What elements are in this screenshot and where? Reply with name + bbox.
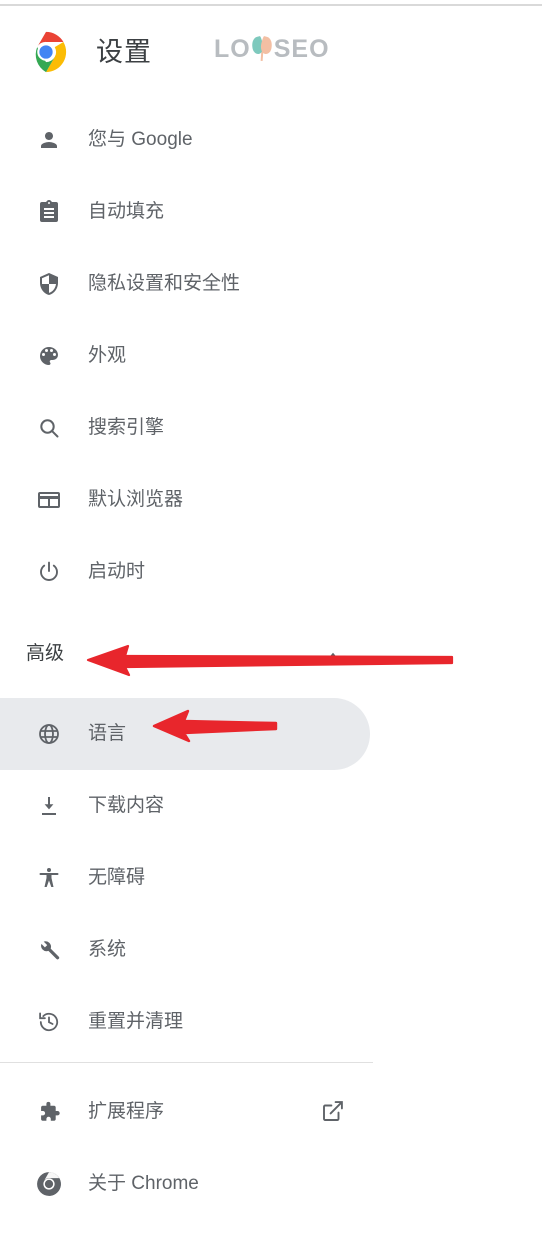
sidebar-section-advanced[interactable]: 高级 bbox=[0, 632, 400, 678]
sidebar-item-label: 启动时 bbox=[88, 561, 146, 582]
browser-window-icon bbox=[36, 487, 62, 513]
sidebar-item-privacy-security[interactable]: 隐私设置和安全性 bbox=[0, 256, 400, 312]
sidebar-item-downloads[interactable]: 下载内容 bbox=[0, 778, 400, 834]
sidebar-item-about-chrome[interactable]: 关于 Chrome bbox=[0, 1156, 400, 1212]
puzzle-piece-icon bbox=[36, 1099, 62, 1125]
external-link-icon[interactable] bbox=[321, 1099, 345, 1123]
chrome-mono-icon bbox=[36, 1171, 62, 1197]
search-icon bbox=[36, 415, 62, 441]
sidebar-item-on-startup[interactable]: 启动时 bbox=[0, 544, 400, 600]
sidebar-item-label: 语言 bbox=[88, 723, 127, 744]
globe-icon bbox=[36, 721, 62, 747]
watermark-leaf-icon bbox=[249, 35, 274, 62]
sidebar-item-label: 您与 Google bbox=[88, 129, 193, 150]
download-icon bbox=[36, 793, 62, 819]
sidebar-item-system[interactable]: 系统 bbox=[0, 922, 400, 978]
sidebar-item-accessibility[interactable]: 无障碍 bbox=[0, 850, 400, 906]
sidebar-item-you-and-google[interactable]: 您与 Google bbox=[0, 112, 400, 168]
sidebar-item-label: 重置并清理 bbox=[88, 1011, 184, 1032]
sidebar-item-label: 默认浏览器 bbox=[88, 489, 184, 510]
clipboard-icon bbox=[36, 199, 62, 225]
sidebar-item-appearance[interactable]: 外观 bbox=[0, 328, 400, 384]
window-top-border bbox=[0, 4, 542, 6]
chevron-up-icon[interactable] bbox=[324, 646, 342, 664]
sidebar-item-label: 隐私设置和安全性 bbox=[88, 273, 241, 294]
watermark-text-right: SEO bbox=[273, 34, 330, 63]
watermark-text-left: LO bbox=[214, 34, 251, 63]
sidebar-divider bbox=[0, 1062, 373, 1063]
sidebar-item-label: 外观 bbox=[88, 345, 127, 366]
sidebar-item-label: 扩展程序 bbox=[88, 1101, 165, 1122]
advanced-section-label: 高级 bbox=[26, 643, 65, 664]
chrome-logo-icon bbox=[25, 31, 67, 73]
settings-header: 设置 LO SEO bbox=[0, 14, 542, 90]
page-title: 设置 bbox=[96, 37, 152, 67]
power-icon bbox=[36, 559, 62, 585]
sidebar-item-languages[interactable]: 语言 bbox=[0, 706, 400, 762]
accessibility-icon bbox=[36, 865, 62, 891]
person-icon bbox=[36, 127, 62, 153]
sidebar-item-label: 系统 bbox=[88, 939, 127, 960]
wrench-icon bbox=[36, 937, 62, 963]
sidebar-item-default-browser[interactable]: 默认浏览器 bbox=[0, 472, 400, 528]
sidebar-item-autofill[interactable]: 自动填充 bbox=[0, 184, 400, 240]
palette-icon bbox=[36, 343, 62, 369]
sidebar-item-search-engine[interactable]: 搜索引擎 bbox=[0, 400, 400, 456]
restore-history-icon bbox=[36, 1009, 62, 1035]
sidebar-item-label: 搜索引擎 bbox=[88, 417, 165, 438]
sidebar-item-label: 自动填充 bbox=[88, 201, 165, 222]
shield-icon bbox=[36, 271, 62, 297]
loyseo-watermark: LO SEO bbox=[214, 34, 330, 64]
sidebar-item-label: 无障碍 bbox=[88, 867, 146, 888]
sidebar-item-reset-cleanup[interactable]: 重置并清理 bbox=[0, 994, 400, 1050]
sidebar-item-label: 下载内容 bbox=[88, 795, 165, 816]
sidebar-item-label: 关于 Chrome bbox=[88, 1173, 199, 1194]
